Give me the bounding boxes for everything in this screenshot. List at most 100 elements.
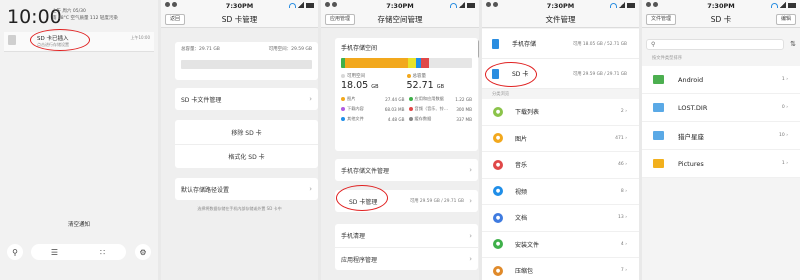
- app-management-item[interactable]: 应用程序管理 ›: [335, 247, 478, 270]
- total-value: 52.71: [406, 80, 434, 91]
- total-capacity: 总容量：29.71 GB: [181, 47, 220, 52]
- category-name: 音频（音乐、铃…: [414, 106, 449, 111]
- item-label: SD 卡文件管理: [181, 96, 222, 104]
- notification-dot: [646, 2, 651, 7]
- sd-card-management-item[interactable]: SD 卡管理 可用 29.59 GB / 29.71 GB ›: [335, 185, 478, 212]
- category-name: 应用和应用数据: [414, 96, 444, 101]
- image-icon: ●: [493, 133, 503, 144]
- storage-category: 音频（音乐、铃… 300 MB: [408, 106, 472, 112]
- available-space: 可用空间：29.59 GB: [268, 47, 312, 52]
- notification-dot: [172, 2, 177, 7]
- category-size: 300 MB: [456, 106, 472, 112]
- capacity-bar: [181, 60, 312, 69]
- folder-icon: [653, 131, 664, 140]
- status-bar: 7:30PM: [642, 0, 800, 11]
- folder-count: 1 ›: [781, 77, 788, 82]
- grid-view-icon[interactable]: ∷: [79, 244, 126, 260]
- item-label: 视频: [515, 188, 528, 196]
- category-item[interactable]: ● 文档 13 ›: [482, 205, 639, 232]
- sd-inserted-notification[interactable]: SD 卡已插入 点击进行存储设置 上午10:00: [4, 29, 154, 52]
- category-item[interactable]: ● 视频 8 ›: [482, 179, 639, 205]
- category-item[interactable]: ● 安装文件 4 ›: [482, 232, 639, 258]
- item-count: 46 ›: [618, 162, 627, 168]
- storage-category: 图片 27.44 GB: [341, 96, 405, 102]
- folder-item[interactable]: 猎户星座 10 ›: [642, 122, 800, 150]
- category-item[interactable]: ● 图片 471 ›: [482, 126, 639, 152]
- folder-list: Android 1 › LOST.DIR 0 › 猎户星座 10 › Pictures 1 ›: [642, 66, 800, 178]
- folder-item[interactable]: LOST.DIR 0 ›: [642, 94, 800, 122]
- card-title: 手机存储空间: [341, 45, 378, 52]
- edit-button[interactable]: 编辑: [775, 14, 796, 25]
- remove-sd-button[interactable]: 移除 SD 卡: [175, 120, 318, 144]
- category-list: ● 下载列表 2 › ● 图片 471 › ● 音乐 46 › ● 视频 8 › ● 文档 13 › ● 安装文…: [482, 99, 639, 280]
- item-label: 应用程序管理: [341, 256, 378, 264]
- page-title: 存储空间管理: [377, 14, 423, 24]
- item-label: 安装文件: [515, 241, 540, 249]
- phone-capacity-value: 可用 18.05 GB / 52.71 GB: [572, 41, 627, 47]
- title-bar: 文件管理 SD 卡 编辑: [642, 11, 800, 28]
- total-unit: GB: [436, 84, 445, 90]
- category-color-dot: [408, 117, 413, 121]
- category-size: 4.48 GB: [387, 116, 405, 122]
- section-label: 分类浏览: [492, 92, 510, 97]
- search-icon[interactable]: ⚲: [7, 244, 23, 260]
- clear-notifications-button[interactable]: 清空通知: [0, 220, 158, 228]
- sort-icon[interactable]: ⇅: [790, 40, 796, 48]
- category-item[interactable]: ● 音乐 46 ›: [482, 152, 639, 179]
- folder-icon: [653, 103, 664, 112]
- pictures-folder-icon: [653, 159, 664, 168]
- folder-name: Pictures: [678, 159, 704, 168]
- item-label: 手机存储: [512, 41, 537, 48]
- weather-line: 雨 18°C 空气质量 112 轻度污染: [52, 16, 118, 21]
- item-label: 默认存储路径设置: [181, 186, 230, 194]
- category-size: 1.22 GB: [455, 96, 472, 102]
- category-color-dot: [408, 107, 413, 111]
- category-name: 图片: [347, 96, 356, 101]
- sd-card-item[interactable]: SD 卡 可用 29.59 GB / 29.71 GB: [482, 59, 639, 89]
- chevron-right-icon: ›: [469, 231, 472, 240]
- back-button[interactable]: 文件管理: [646, 14, 677, 25]
- phone-files-item[interactable]: 手机存储文件管理 ›: [335, 159, 478, 181]
- highlight-ellipse: [336, 185, 388, 211]
- archive-icon: ●: [493, 265, 503, 276]
- total-legend-dot: [406, 73, 411, 78]
- chevron-right-icon: ›: [469, 166, 472, 174]
- item-count: 8 ›: [620, 188, 627, 194]
- category-name: 缓存数据: [414, 116, 432, 121]
- wifi-icon: [289, 2, 296, 8]
- search-input[interactable]: ⚲: [646, 39, 784, 50]
- back-button[interactable]: 应用管理: [325, 14, 356, 25]
- folder-count: 10 ›: [779, 133, 788, 138]
- storage-categories: 图片 27.44 GB 应用和应用数据 1.22 GB 下载内容 68.03 MB 音频（音…: [335, 91, 478, 122]
- item-count: 471 ›: [615, 135, 627, 141]
- document-icon: ●: [493, 212, 503, 223]
- title-bar: 应用管理 存储空间管理: [321, 11, 479, 28]
- phone-storage-item[interactable]: 手机存储 可用 18.05 GB / 52.71 GB: [482, 29, 639, 59]
- sd-capacity-value: 可用 29.59 GB / 29.71 GB: [572, 71, 627, 77]
- view-switcher: ☰ ∷: [31, 244, 126, 260]
- item-label: 手机清理: [341, 233, 366, 240]
- battery-icon: [627, 2, 635, 8]
- total-label: 总容量: [412, 74, 427, 79]
- list-view-icon[interactable]: ☰: [31, 244, 78, 260]
- sd-file-management-item[interactable]: SD 卡文件管理 ›: [175, 88, 318, 110]
- category-item[interactable]: ● 下载列表 2 ›: [482, 99, 639, 126]
- section-label: 按文件类型排序: [652, 56, 683, 61]
- folder-item[interactable]: Android 1 ›: [642, 66, 800, 94]
- storage-category: 应用和应用数据 1.22 GB: [408, 96, 472, 102]
- signal-icon: [619, 2, 625, 8]
- back-button[interactable]: 返回: [165, 14, 186, 25]
- format-sd-button[interactable]: 格式化 SD 卡: [175, 144, 318, 168]
- item-count: 2 ›: [620, 109, 627, 115]
- category-size: 27.44 GB: [385, 96, 405, 102]
- gear-icon[interactable]: ⚙: [135, 244, 151, 260]
- phone-cleanup-item[interactable]: 手机清理 ›: [335, 224, 478, 247]
- category-item[interactable]: ● 压缩包 7 ›: [482, 258, 639, 280]
- folder-item[interactable]: Pictures 1 ›: [642, 150, 800, 178]
- category-color-dot: [341, 117, 345, 121]
- title-bar: 返回 SD 卡管理: [161, 11, 318, 28]
- package-icon: ●: [493, 239, 503, 250]
- sd-card-management-screen: 7:30PM 返回 SD 卡管理 总容量：29.71 GB 可用空间：29.59…: [161, 0, 318, 280]
- page-title: SD 卡管理: [221, 14, 258, 24]
- default-storage-item[interactable]: 默认存储路径设置 ›: [175, 178, 318, 200]
